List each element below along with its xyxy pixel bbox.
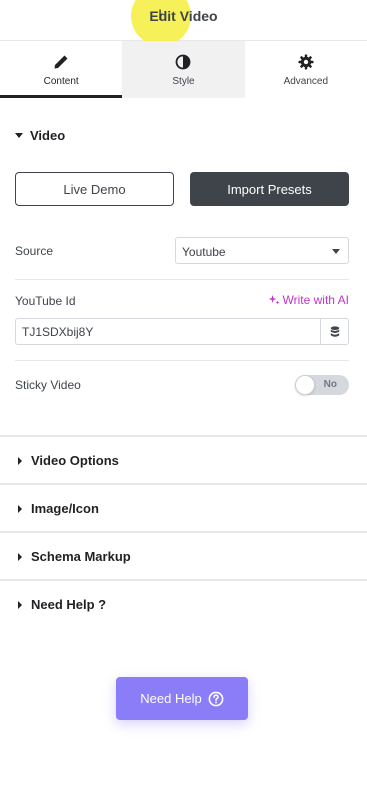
source-label: Source <box>15 244 54 258</box>
section-schema-markup[interactable]: Schema Markup <box>18 549 131 564</box>
need-help-button[interactable]: Need Help <box>116 677 248 720</box>
tab-content[interactable]: Content <box>0 41 123 98</box>
write-with-ai-label: Write with AI <box>282 293 349 307</box>
import-presets-button[interactable]: Import Presets <box>190 172 349 206</box>
divider <box>15 279 349 280</box>
section-image-icon-title: Image/Icon <box>31 501 99 516</box>
section-divider <box>0 531 367 533</box>
page-title: Edit Video <box>149 8 218 24</box>
tab-content-label: Content <box>43 76 79 87</box>
question-circle-icon <box>208 691 224 706</box>
youtube-id-label: YouTube Id <box>15 294 76 308</box>
section-need-help[interactable]: Need Help ? <box>18 597 106 612</box>
source-select[interactable]: Youtube <box>175 237 349 264</box>
database-icon <box>330 325 339 337</box>
toggle-knob <box>295 375 315 395</box>
section-need-help-title: Need Help ? <box>31 597 107 612</box>
write-with-ai-link[interactable]: Write with AI <box>268 293 349 307</box>
caret-right-icon <box>18 456 22 465</box>
dynamic-tags-button[interactable] <box>320 318 349 345</box>
sparkle-icon <box>268 295 280 305</box>
section-video-options[interactable]: Video Options <box>18 453 119 468</box>
pencil-icon <box>54 55 68 69</box>
divider <box>15 360 349 361</box>
section-video-title: Video <box>30 128 66 143</box>
tab-bar: Content Style Advanced <box>0 41 367 98</box>
text-cursor-icon: I <box>158 8 163 24</box>
sticky-video-label: Sticky Video <box>15 378 81 392</box>
need-help-label: Need Help <box>140 691 202 706</box>
youtube-id-input[interactable]: TJ1SDXbij8Y <box>15 318 321 345</box>
live-demo-button[interactable]: Live Demo <box>15 172 174 206</box>
tab-style[interactable]: Style <box>122 41 245 98</box>
tab-advanced-label: Advanced <box>283 76 329 87</box>
youtube-id-value: TJ1SDXbij8Y <box>22 325 94 339</box>
tab-style-label: Style <box>172 76 195 87</box>
section-divider <box>0 435 367 437</box>
tab-advanced[interactable]: Advanced <box>245 41 367 98</box>
section-divider <box>0 579 367 581</box>
section-image-icon[interactable]: Image/Icon <box>18 501 99 516</box>
section-schema-markup-title: Schema Markup <box>31 549 131 564</box>
caret-right-icon <box>18 504 22 513</box>
sticky-video-toggle[interactable]: No <box>295 375 349 395</box>
source-select-value: Youtube <box>182 245 226 259</box>
section-video-header[interactable]: Video <box>15 128 65 143</box>
section-divider <box>0 483 367 485</box>
caret-right-icon <box>18 600 22 609</box>
gear-icon <box>298 54 314 70</box>
chevron-down-icon <box>332 249 340 254</box>
panel-header: Edit Video I <box>0 0 367 46</box>
section-video-options-title: Video Options <box>31 453 119 468</box>
caret-right-icon <box>18 552 22 561</box>
toggle-state-text: No <box>323 379 337 390</box>
caret-down-icon <box>15 133 23 138</box>
half-circle-icon <box>176 54 191 70</box>
